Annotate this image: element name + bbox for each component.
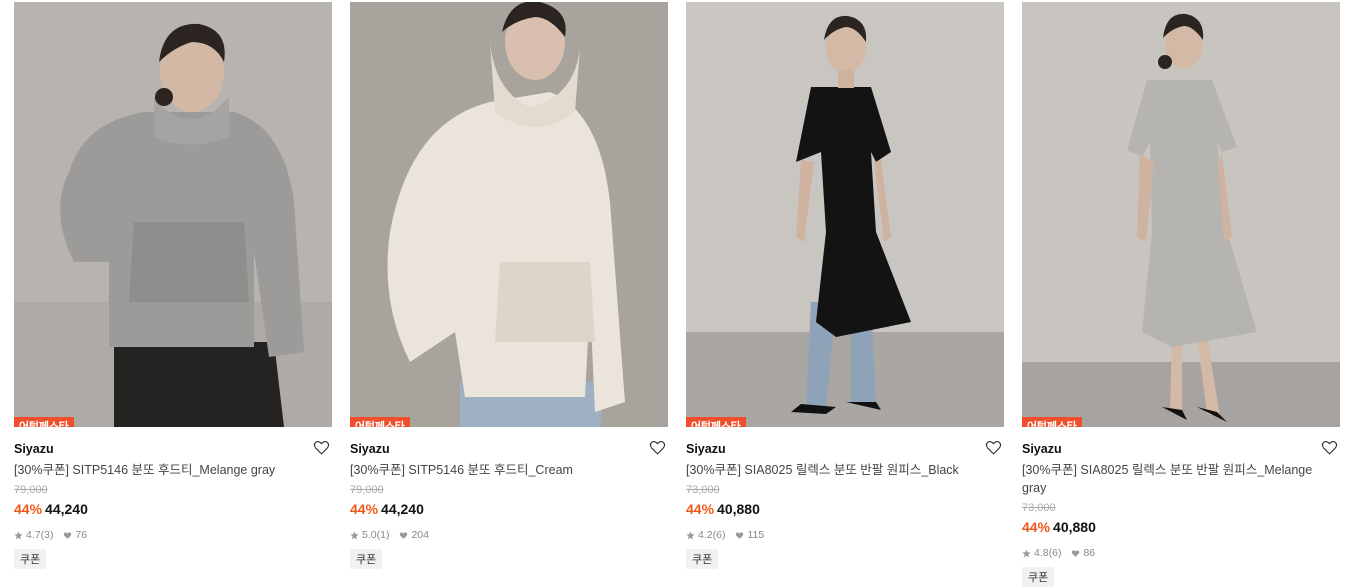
like-count: 76 bbox=[75, 529, 88, 541]
product-stats: 4.8(6) 86 bbox=[1022, 545, 1340, 561]
discount-rate: 44% bbox=[1022, 519, 1051, 535]
star-icon bbox=[686, 530, 695, 539]
coupon-tag: 쿠폰 bbox=[350, 549, 383, 569]
discount-rate: 44% bbox=[686, 501, 715, 517]
product-card[interactable]: 어텀페스타 Siyazu [30%쿠폰] SIA8025 릴렉스 분또 반팔 원… bbox=[1022, 2, 1340, 587]
star-icon bbox=[14, 530, 23, 539]
product-stats: 4.2(6) 115 bbox=[686, 527, 1004, 543]
like-count: 86 bbox=[1083, 547, 1096, 559]
model-photo-gray-dress bbox=[1022, 2, 1340, 427]
product-image[interactable]: 어텀페스타 bbox=[686, 2, 1004, 427]
star-icon bbox=[1022, 548, 1031, 557]
product-image[interactable]: 어텀페스타 bbox=[1022, 2, 1340, 427]
brand-name[interactable]: Siyazu bbox=[1022, 439, 1340, 459]
product-name[interactable]: [30%쿠폰] SITP5146 분또 후드티_Cream bbox=[350, 461, 668, 479]
product-card[interactable]: 어텀페스타 Siyazu [30%쿠폰] SITP5146 분또 후드티_Cre… bbox=[350, 2, 668, 569]
coupon-tag: 쿠폰 bbox=[1022, 567, 1055, 587]
heart-filled-icon bbox=[1072, 549, 1080, 557]
price-row: 44% 44,240 bbox=[350, 501, 668, 521]
product-name[interactable]: [30%쿠폰] SIA8025 릴렉스 분또 반팔 원피스_Black bbox=[686, 461, 1004, 479]
like-count: 204 bbox=[411, 529, 429, 541]
coupon-tag: 쿠폰 bbox=[686, 549, 719, 569]
review-count: (6) bbox=[712, 529, 726, 541]
heart-icon[interactable] bbox=[1321, 439, 1338, 456]
brand-name[interactable]: Siyazu bbox=[350, 439, 668, 459]
heart-icon[interactable] bbox=[649, 439, 666, 456]
price-row: 44% 40,880 bbox=[686, 501, 1004, 521]
promo-badge: 어텀페스타 bbox=[686, 417, 746, 427]
review-count: (1) bbox=[376, 529, 390, 541]
heart-filled-icon bbox=[736, 531, 744, 539]
product-stats: 4.7(3) 76 bbox=[14, 527, 332, 543]
rating: 5.0(1) bbox=[362, 529, 389, 541]
heart-icon[interactable] bbox=[313, 439, 330, 456]
model-photo-cream-hoodie bbox=[350, 2, 668, 427]
rating: 4.2(6) bbox=[698, 529, 725, 541]
promo-badge: 어텀페스타 bbox=[350, 417, 410, 427]
product-image[interactable]: 어텀페스타 bbox=[350, 2, 668, 427]
rating-value: 5.0 bbox=[362, 529, 377, 541]
product-card[interactable]: 어텀페스타 Siyazu [30%쿠폰] SIA8025 릴렉스 분또 반팔 원… bbox=[686, 2, 1004, 569]
rating: 4.7(3) bbox=[26, 529, 53, 541]
model-photo-gray-hoodie bbox=[14, 2, 332, 427]
coupon-tag: 쿠폰 bbox=[14, 549, 47, 569]
sale-price: 40,880 bbox=[717, 501, 760, 517]
review-count: (6) bbox=[1048, 547, 1062, 559]
promo-badge: 어텀페스타 bbox=[14, 417, 74, 427]
like-count: 115 bbox=[747, 529, 765, 541]
original-price: 79,000 bbox=[350, 484, 384, 496]
product-stats: 5.0(1) 204 bbox=[350, 527, 668, 543]
product-name[interactable]: [30%쿠폰] SIA8025 릴렉스 분또 반팔 원피스_Melange gr… bbox=[1022, 461, 1340, 497]
heart-filled-icon bbox=[400, 531, 408, 539]
discount-rate: 44% bbox=[14, 501, 43, 517]
original-price: 73,000 bbox=[686, 484, 720, 496]
product-card[interactable]: 어텀페스타 Siyazu [30%쿠폰] SITP5146 분또 후드티_Mel… bbox=[14, 2, 332, 569]
price-row: 44% 40,880 bbox=[1022, 519, 1340, 539]
promo-badge: 어텀페스타 bbox=[1022, 417, 1082, 427]
discount-rate: 44% bbox=[350, 501, 379, 517]
original-price: 79,000 bbox=[14, 484, 48, 496]
sale-price: 44,240 bbox=[45, 501, 88, 517]
product-name[interactable]: [30%쿠폰] SITP5146 분또 후드티_Melange gray bbox=[14, 461, 332, 479]
sale-price: 40,880 bbox=[1053, 519, 1096, 535]
brand-name[interactable]: Siyazu bbox=[686, 439, 1004, 459]
model-photo-black-dress bbox=[686, 2, 1004, 427]
star-icon bbox=[350, 530, 359, 539]
price-row: 44% 44,240 bbox=[14, 501, 332, 521]
rating-value: 4.7 bbox=[26, 529, 41, 541]
original-price: 73,000 bbox=[1022, 502, 1056, 514]
rating-value: 4.8 bbox=[1034, 547, 1049, 559]
heart-filled-icon bbox=[64, 531, 72, 539]
rating-value: 4.2 bbox=[698, 529, 713, 541]
review-count: (3) bbox=[40, 529, 54, 541]
sale-price: 44,240 bbox=[381, 501, 424, 517]
product-image[interactable]: 어텀페스타 bbox=[14, 2, 332, 427]
product-grid: 어텀페스타 Siyazu [30%쿠폰] SITP5146 분또 후드티_Mel… bbox=[0, 0, 1345, 587]
rating: 4.8(6) bbox=[1034, 547, 1061, 559]
brand-name[interactable]: Siyazu bbox=[14, 439, 332, 459]
heart-icon[interactable] bbox=[985, 439, 1002, 456]
